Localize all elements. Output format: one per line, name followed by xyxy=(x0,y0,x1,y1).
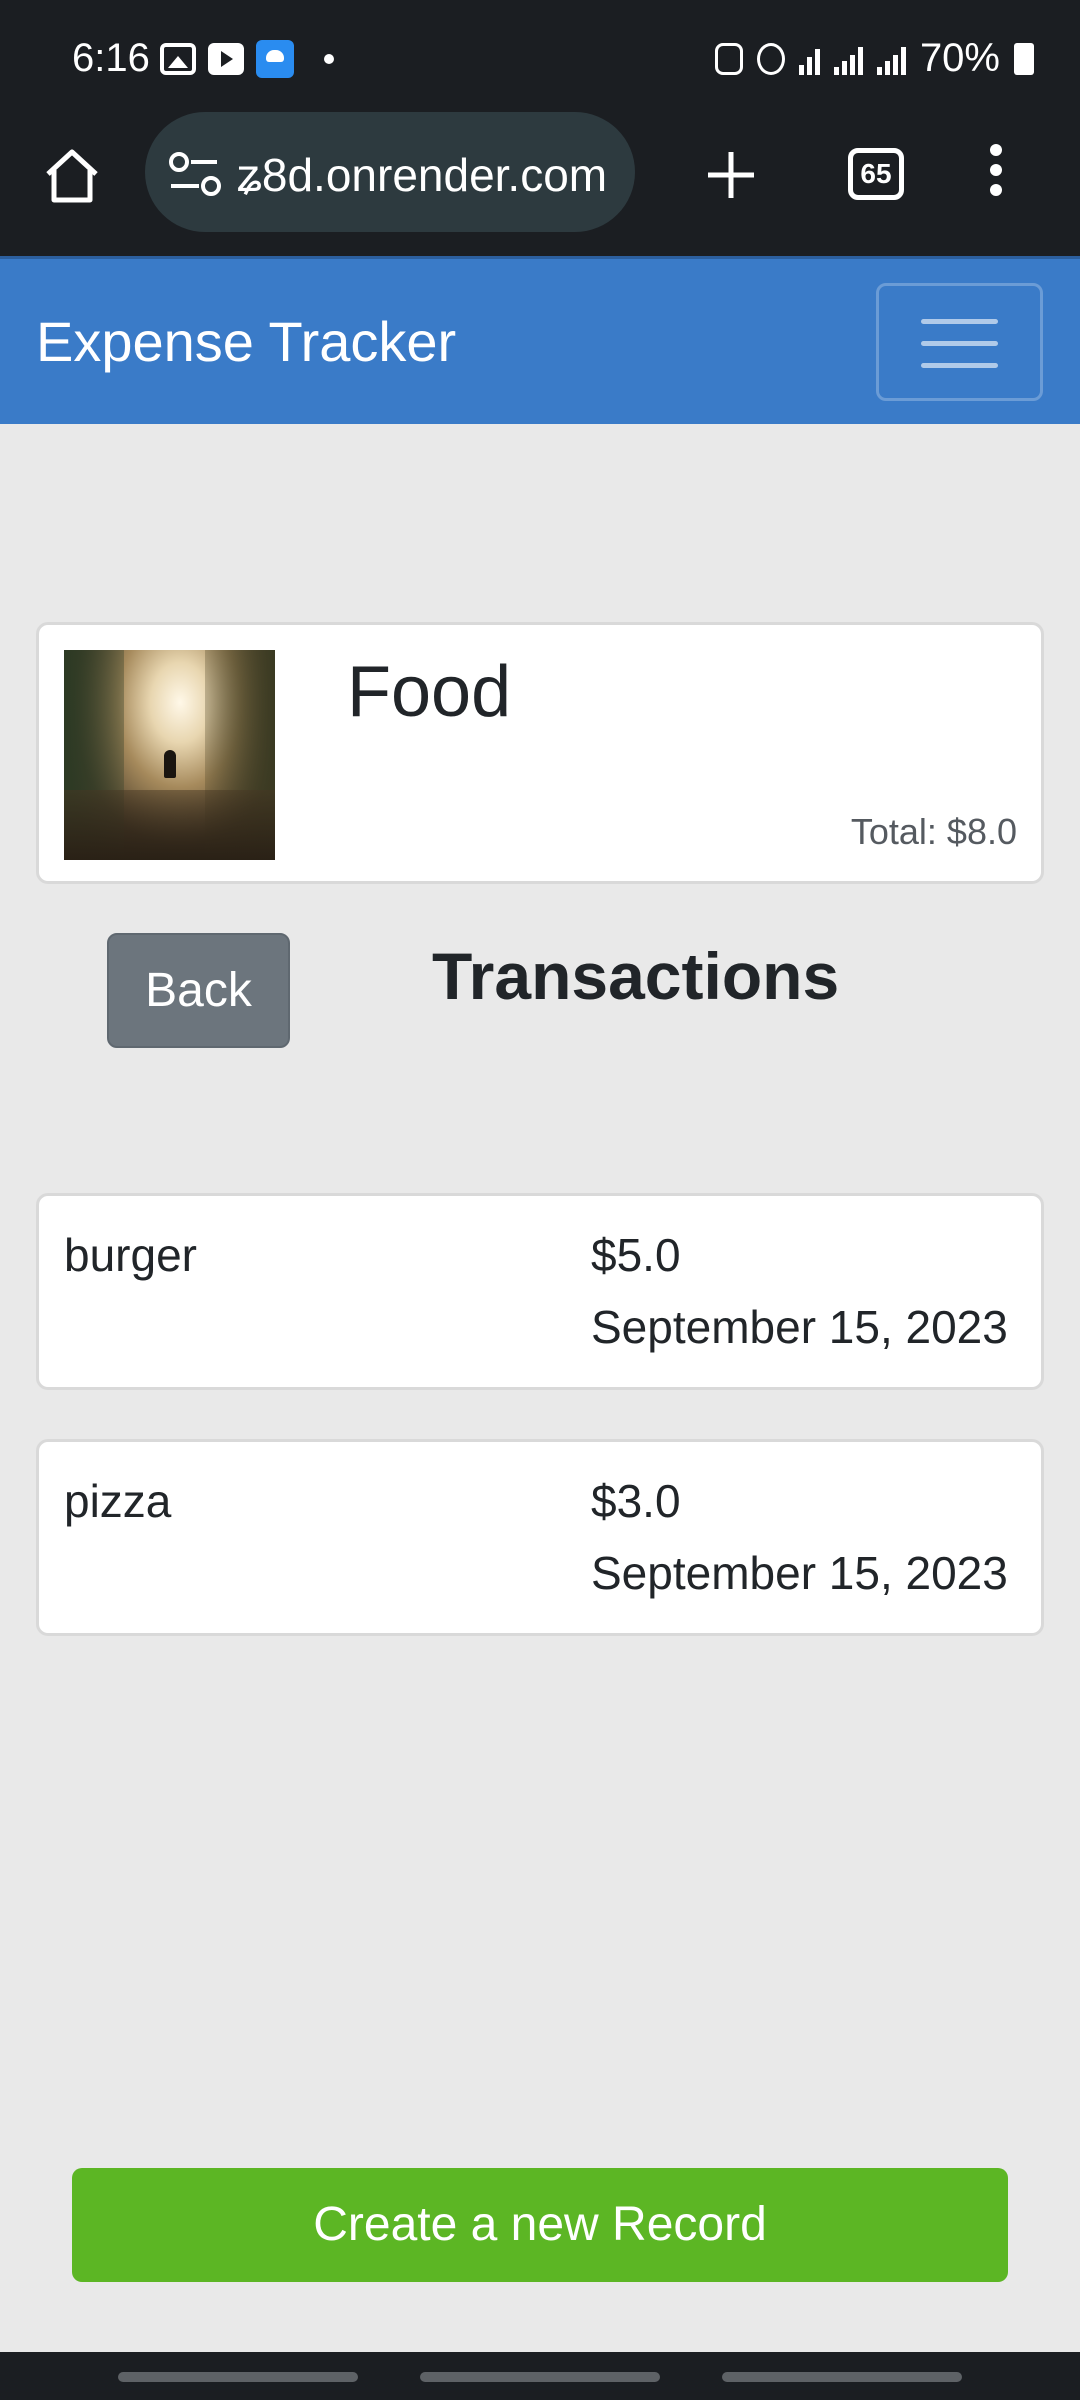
transaction-date: September 15, 2023 xyxy=(591,1547,1008,1599)
transaction-name: pizza xyxy=(64,1475,172,1527)
category-total: Total: $8.0 xyxy=(850,811,1017,852)
signal-icon-2 xyxy=(876,43,906,75)
home-handle[interactable] xyxy=(420,2372,660,2382)
url-text: ʑ8d.onrender.com xyxy=(237,149,608,201)
transaction-card[interactable]: burger $5.0 September 15, 2023 xyxy=(36,1193,1044,1390)
system-navigation-bar xyxy=(0,2352,1080,2400)
alarm-icon xyxy=(756,42,785,75)
transaction-amount: $5.0 xyxy=(591,1229,681,1281)
browser-menu-icon[interactable] xyxy=(982,144,1010,204)
lock-icon xyxy=(714,42,743,75)
back-handle[interactable] xyxy=(722,2372,962,2382)
status-bar: 6:16 70% xyxy=(0,0,1080,120)
wifi-icon xyxy=(798,43,820,75)
site-settings-icon[interactable] xyxy=(165,150,225,200)
category-card: Food Total: $8.0 xyxy=(36,622,1044,884)
address-bar[interactable]: ʑ8d.onrender.com xyxy=(145,112,635,232)
app-navbar: Expense Tracker xyxy=(0,256,1080,424)
transaction-card[interactable]: pizza $3.0 September 15, 2023 xyxy=(36,1439,1044,1636)
hamburger-icon xyxy=(921,319,998,324)
new-tab-icon[interactable] xyxy=(702,146,760,204)
gallery-icon xyxy=(160,43,196,75)
category-image xyxy=(64,650,275,860)
back-button[interactable]: Back xyxy=(107,933,290,1048)
status-time: 6:16 xyxy=(72,36,150,80)
navbar-toggler-button[interactable] xyxy=(876,283,1043,401)
transaction-name: burger xyxy=(64,1229,197,1281)
cloud-upload-icon xyxy=(256,40,294,78)
category-title: Food xyxy=(347,652,512,732)
browser-toolbar: ʑ8d.onrender.com 65 xyxy=(0,110,1080,256)
tab-switcher-button[interactable]: 65 xyxy=(848,148,904,200)
section-title: Transactions xyxy=(432,939,840,1013)
recents-handle[interactable] xyxy=(118,2372,358,2382)
more-notifications-icon xyxy=(324,54,334,64)
youtube-icon xyxy=(208,43,244,75)
create-record-button[interactable]: Create a new Record xyxy=(72,2168,1008,2282)
battery-icon xyxy=(1014,42,1034,75)
battery-percent: 70% xyxy=(919,36,1000,80)
transaction-amount: $3.0 xyxy=(591,1475,681,1527)
home-icon[interactable] xyxy=(42,146,102,206)
navbar-brand[interactable]: Expense Tracker xyxy=(36,309,456,374)
system-icons: 70% xyxy=(714,36,1034,81)
signal-icon xyxy=(833,43,863,75)
transaction-date: September 15, 2023 xyxy=(591,1301,1008,1353)
notification-icons xyxy=(160,40,334,78)
